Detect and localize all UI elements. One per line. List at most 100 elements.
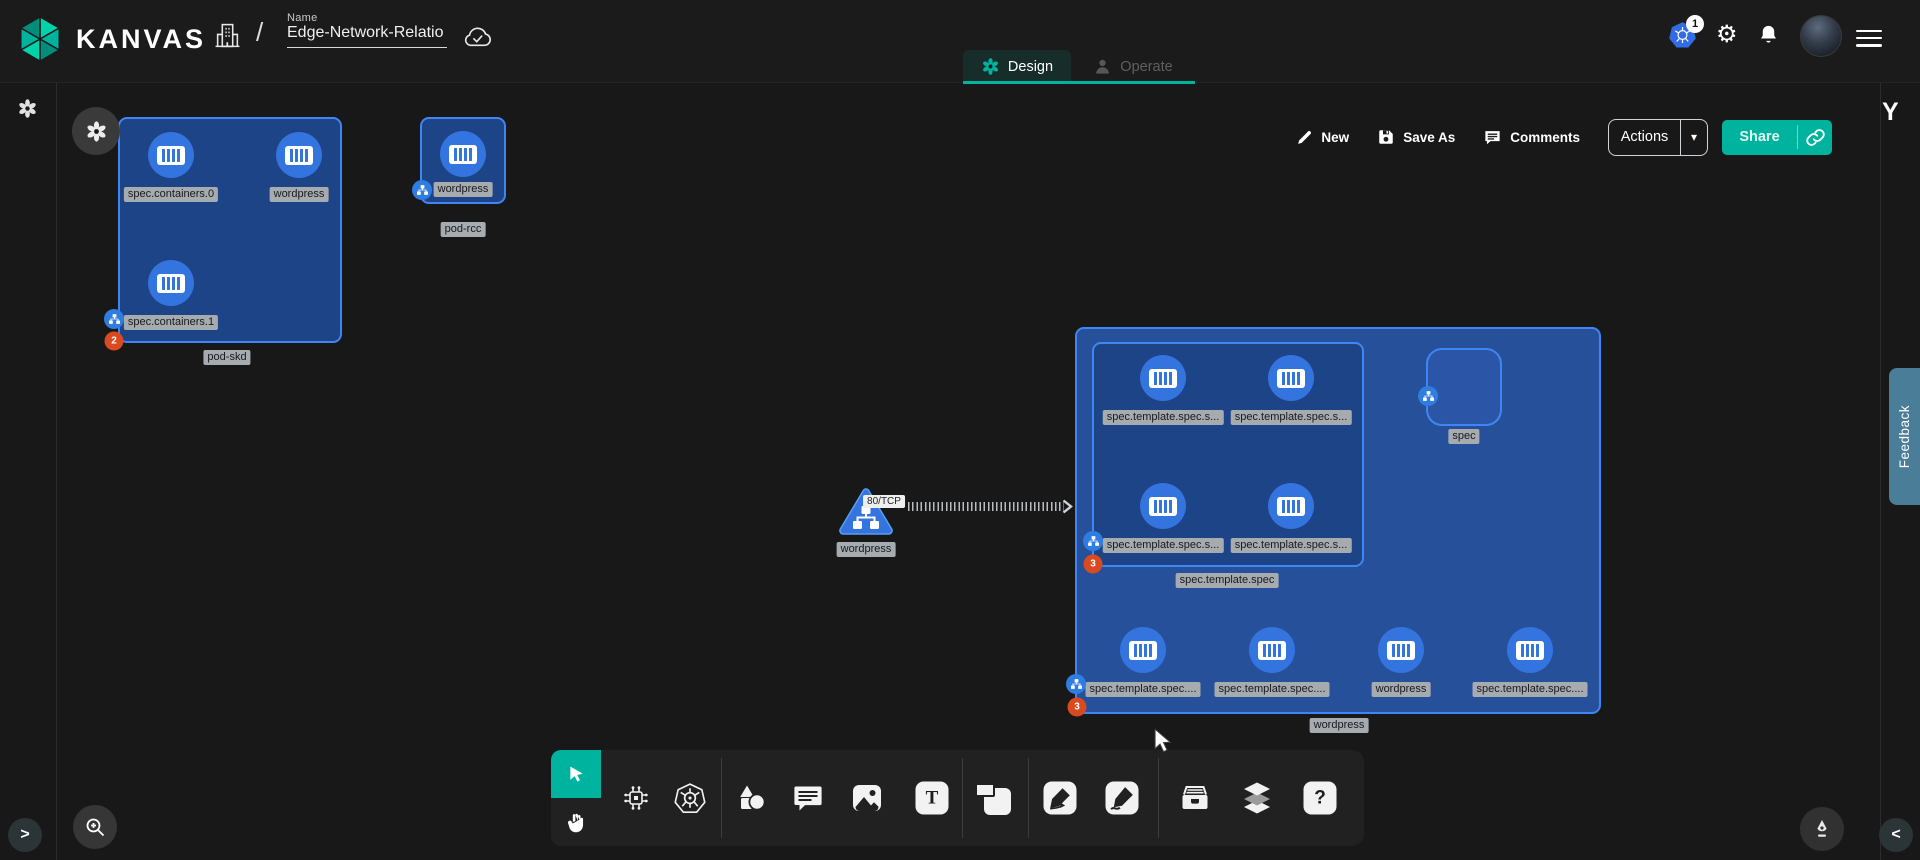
- comment-bubble-icon: [792, 782, 824, 814]
- magnifier-plus-icon: [83, 815, 107, 839]
- app-header: KANVAS / Name Design Operate: [0, 0, 1920, 83]
- edge-draw-tool[interactable]: [1044, 782, 1077, 815]
- zoom-in-button[interactable]: [73, 805, 117, 849]
- text-tool-box: T: [916, 782, 949, 815]
- container-icon: [1149, 497, 1177, 516]
- toolbar-divider: [1158, 758, 1159, 838]
- actions-dropdown-button[interactable]: Actions ▾: [1608, 119, 1708, 156]
- design-name-input[interactable]: [287, 24, 447, 48]
- select-tool[interactable]: [551, 750, 601, 798]
- group-count-badge[interactable]: 3: [1084, 555, 1103, 574]
- hand-tool-icon: [565, 810, 587, 834]
- text-tool[interactable]: T: [916, 782, 949, 815]
- left-panel-expand-button[interactable]: >: [8, 818, 42, 852]
- organization-icon[interactable]: [214, 22, 241, 54]
- group-relation-icon[interactable]: [1083, 531, 1103, 551]
- canvas-action-bar: New Save As Comments Actions ▾ Share: [1296, 119, 1832, 155]
- node-label: spec.template.spec.s...: [1103, 538, 1224, 553]
- node-container[interactable]: [1249, 627, 1295, 673]
- shapes-tool[interactable]: [737, 783, 767, 813]
- container-icon: [1258, 641, 1286, 660]
- kubernetes-tool[interactable]: [674, 782, 707, 815]
- node-container[interactable]: [440, 131, 486, 177]
- node-container[interactable]: [1378, 627, 1424, 673]
- group-count-badge[interactable]: 2: [105, 332, 124, 351]
- node-container[interactable]: [1268, 483, 1314, 529]
- node-container[interactable]: [1268, 355, 1314, 401]
- feedback-label: Feedback: [1897, 405, 1912, 468]
- design-name-field: Name: [287, 12, 447, 48]
- share-button[interactable]: Share: [1722, 120, 1832, 155]
- container-icon: [1277, 497, 1305, 516]
- save-as-button[interactable]: Save As: [1377, 128, 1455, 146]
- group-relation-icon[interactable]: [1066, 674, 1086, 694]
- drawer-tool[interactable]: [1178, 782, 1212, 814]
- user-avatar[interactable]: [1800, 15, 1842, 57]
- node-label: spec.template.spec....: [1473, 682, 1588, 697]
- components-tool[interactable]: [621, 783, 651, 813]
- help-tool-box: ?: [1304, 782, 1337, 815]
- node-container[interactable]: [148, 132, 194, 178]
- right-rail-divider: [1880, 82, 1881, 860]
- edge-arrowhead-icon: [1062, 499, 1073, 514]
- design-name-label: Name: [287, 12, 447, 24]
- text-tool-glyph: T: [926, 787, 939, 809]
- canvas-widget-button[interactable]: [72, 107, 120, 155]
- chip-icon: [621, 783, 651, 813]
- meshery-spinner-icon[interactable]: [17, 98, 38, 124]
- settings-gear-icon[interactable]: ⚙: [1716, 21, 1738, 48]
- yaml-panel-toggle[interactable]: Y: [1882, 98, 1899, 127]
- network-edge[interactable]: [908, 502, 1064, 511]
- node-container[interactable]: [1507, 627, 1553, 673]
- brand-wordmark: KANVAS: [76, 24, 206, 55]
- node-spec[interactable]: spec: [1426, 348, 1502, 426]
- copy-link-button[interactable]: [1798, 127, 1832, 148]
- tab-design-label: Design: [1008, 59, 1053, 75]
- drawer-icon: [1178, 782, 1212, 814]
- tab-operate[interactable]: Operate: [1071, 50, 1195, 83]
- toolbar-divider: [721, 758, 722, 838]
- group-count-badge[interactable]: 3: [1068, 698, 1087, 717]
- caret-down-icon[interactable]: ▾: [1681, 130, 1707, 144]
- group-deployment-wordpress[interactable]: spec.template.spec.s... spec.template.sp…: [1075, 327, 1601, 714]
- link-icon: [1805, 127, 1826, 148]
- help-tool[interactable]: ?: [1304, 782, 1337, 815]
- group-relation-icon[interactable]: [104, 309, 124, 329]
- active-tab-underline: [963, 81, 1195, 84]
- node-label: wordpress: [1372, 682, 1431, 697]
- pen-mode-button[interactable]: [1800, 807, 1844, 851]
- node-container[interactable]: [1140, 483, 1186, 529]
- tab-design[interactable]: Design: [963, 50, 1071, 83]
- feedback-tab[interactable]: Feedback: [1889, 368, 1920, 505]
- design-mode-icon: [981, 57, 1000, 76]
- toolbar-divider: [1028, 758, 1029, 838]
- node-shape-tool[interactable]: [975, 781, 1011, 815]
- menu-hamburger-icon[interactable]: [1856, 25, 1882, 51]
- group-pod-rcc[interactable]: wordpress pod-rcc: [420, 117, 506, 204]
- container-icon: [1516, 641, 1544, 660]
- right-panel-collapse-button[interactable]: <: [1879, 818, 1913, 852]
- kanvas-logo[interactable]: KANVAS: [16, 13, 206, 65]
- notifications-bell-icon[interactable]: [1757, 23, 1780, 51]
- group-spec-template-spec[interactable]: spec.template.spec.s... spec.template.sp…: [1092, 342, 1364, 567]
- image-tool[interactable]: [851, 783, 883, 814]
- group-pod-skd[interactable]: spec.containers.0 wordpress spec.contain…: [118, 117, 342, 343]
- new-button[interactable]: New: [1296, 129, 1349, 146]
- group-label: wordpress: [1310, 718, 1369, 733]
- node-service-wordpress[interactable]: 80/TCP wordpress: [837, 486, 895, 548]
- node-container[interactable]: [1140, 355, 1186, 401]
- edge-pen-icon: [1044, 782, 1077, 815]
- comments-button[interactable]: Comments: [1483, 128, 1580, 147]
- pan-tool[interactable]: [551, 798, 601, 846]
- node-label: wordpress: [837, 542, 896, 557]
- node-container[interactable]: [276, 132, 322, 178]
- layers-tool[interactable]: [1240, 782, 1274, 814]
- actions-label: Actions: [1609, 129, 1680, 145]
- group-relation-icon[interactable]: [1418, 386, 1438, 406]
- group-relation-icon[interactable]: [412, 180, 432, 200]
- comment-tool[interactable]: [792, 782, 824, 814]
- cursor-tool-icon: [566, 764, 587, 785]
- freehand-draw-tool[interactable]: [1106, 782, 1139, 815]
- node-container[interactable]: [1120, 627, 1166, 673]
- node-container[interactable]: [148, 260, 194, 306]
